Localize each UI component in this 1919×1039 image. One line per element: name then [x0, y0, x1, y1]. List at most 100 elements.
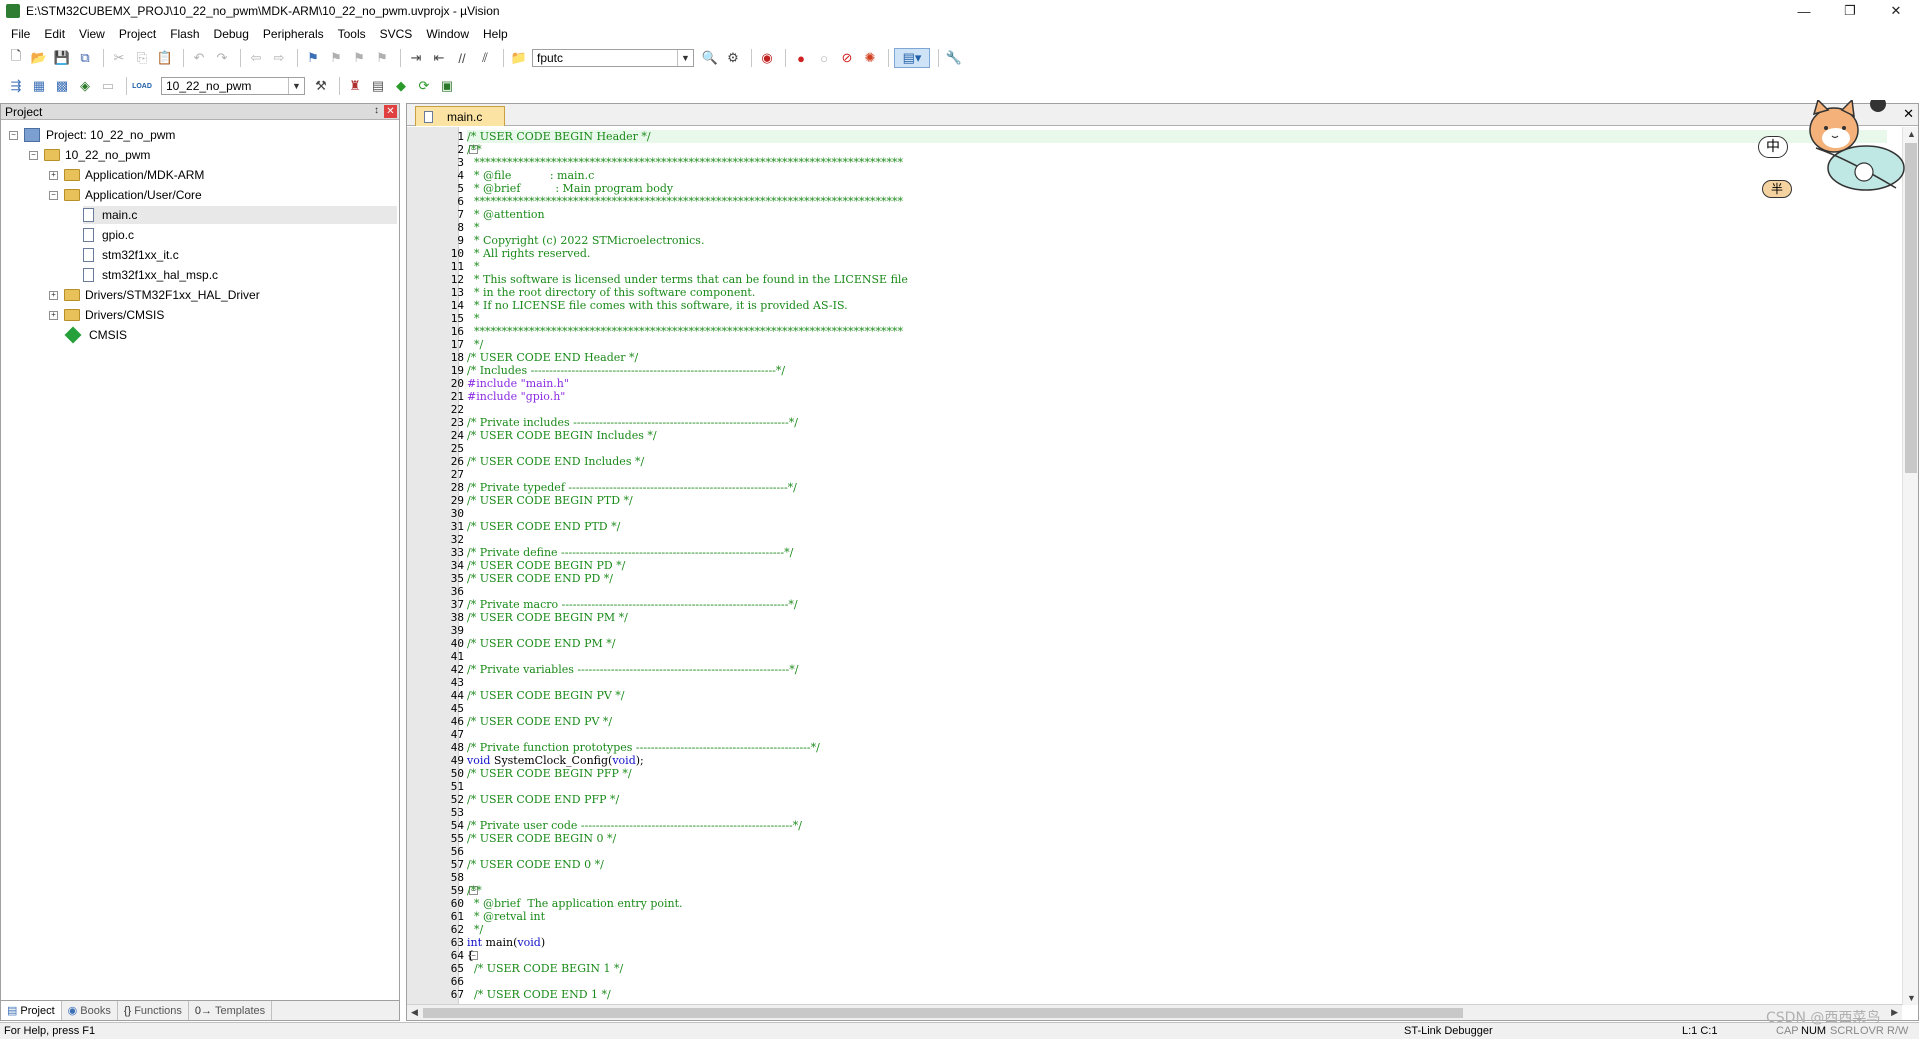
code-line[interactable]: /* USER CODE END PD */ [467, 572, 613, 585]
maximize-button[interactable]: ❐ [1827, 0, 1873, 22]
code-line[interactable]: ****************************************… [467, 156, 903, 169]
paste-icon[interactable]: 📋 [155, 48, 175, 68]
file-extensions-icon[interactable]: ▤ [368, 76, 388, 96]
code-line[interactable]: { [467, 949, 474, 962]
cut-icon[interactable]: ✂ [109, 48, 129, 68]
new-file-icon[interactable]: 🗋 [6, 48, 26, 68]
expand-icon[interactable]: + [49, 310, 58, 320]
code-line[interactable]: /* USER CODE BEGIN PD */ [467, 559, 625, 572]
menu-help[interactable]: Help [476, 24, 515, 44]
menu-window[interactable]: Window [419, 24, 476, 44]
save-icon[interactable]: 💾 [52, 48, 72, 68]
code-line[interactable]: ****************************************… [467, 195, 903, 208]
find-in-files-icon[interactable]: 📁 [509, 48, 529, 68]
ime-mascot-widget[interactable]: 中 半 [1756, 96, 1908, 212]
code-line[interactable]: * Copyright (c) 2022 STMicroelectronics. [467, 234, 704, 247]
navigate-forward-icon[interactable]: ⇨ [269, 48, 289, 68]
code-line[interactable]: * @file : main.c [467, 169, 594, 182]
menu-debug[interactable]: Debug [207, 24, 256, 44]
code-line[interactable]: /* USER CODE END PTD */ [467, 520, 620, 533]
code-line[interactable]: /* USER CODE END Includes */ [467, 455, 644, 468]
code-line[interactable]: * All rights reserved. [467, 247, 590, 260]
code-line[interactable]: */ [467, 923, 483, 936]
navigate-back-icon[interactable]: ⇦ [246, 48, 266, 68]
code-line[interactable]: /* USER CODE BEGIN PTD */ [467, 494, 633, 507]
code-line[interactable]: /* USER CODE END Header */ [467, 351, 638, 364]
chevron-down-icon[interactable]: ▼ [288, 78, 304, 94]
code-line[interactable]: * [467, 260, 480, 273]
stop-build-icon[interactable]: ▭ [98, 76, 118, 96]
uncomment-icon[interactable]: ⫽ [475, 48, 495, 68]
tree-item-group[interactable]: + Application/MDK-ARM [49, 166, 204, 184]
code-line[interactable]: * This software is licensed under terms … [467, 273, 908, 286]
build-icon[interactable]: ▦ [29, 76, 49, 96]
code-line[interactable]: /** [467, 884, 482, 897]
code-area[interactable]: /* USER CODE BEGIN Header *//** ********… [459, 127, 1902, 1005]
scroll-left-icon[interactable]: ◀ [411, 1007, 418, 1018]
tree-item-component[interactable]: CMSIS [64, 326, 127, 344]
menu-edit[interactable]: Edit [37, 24, 72, 44]
select-packs-icon[interactable]: ⟳ [414, 76, 434, 96]
tree-item-project[interactable]: − Project: 10_22_no_pwm [9, 126, 175, 144]
code-line[interactable]: int main(void) [467, 936, 545, 949]
scroll-down-icon[interactable]: ▼ [1907, 993, 1916, 1003]
tab-books[interactable]: ◉ Books [62, 1001, 118, 1020]
tab-main-c[interactable]: main.c [415, 106, 505, 126]
close-window-button[interactable]: ✕ [1873, 0, 1919, 22]
collapse-icon[interactable]: − [29, 150, 38, 160]
tree-item-group[interactable]: + Drivers/CMSIS [49, 306, 164, 324]
rebuild-icon[interactable]: ▩ [52, 76, 72, 96]
tab-functions[interactable]: {} Functions [118, 1001, 189, 1020]
code-line[interactable]: /* USER CODE END 0 */ [467, 858, 604, 871]
run-time-environment-icon[interactable]: ▣ [437, 76, 457, 96]
translate-icon[interactable]: ⇶ [6, 76, 26, 96]
code-line[interactable]: #include "gpio.h" [467, 390, 565, 403]
code-line[interactable]: /* USER CODE BEGIN PM */ [467, 611, 628, 624]
code-line[interactable]: * [467, 312, 480, 325]
minimize-button[interactable]: — [1781, 0, 1827, 22]
code-line[interactable]: #include "main.h" [467, 377, 569, 390]
prev-bookmark-icon[interactable]: ⚑ [326, 48, 346, 68]
line-number-gutter[interactable]: 1 2−3 4 5 6 7 8 9 10 11 12 13 14 15 16 17 18 19 20 21 22 23 24… [407, 127, 478, 1005]
code-line[interactable]: * @brief The application entry point. [467, 897, 683, 910]
code-line[interactable]: /* USER CODE END PM */ [467, 637, 615, 650]
redo-icon[interactable]: ↷ [212, 48, 232, 68]
expand-icon[interactable]: + [49, 290, 58, 300]
incremental-find-icon[interactable]: ⚙ [723, 48, 743, 68]
code-line[interactable]: /* Private function prototypes ---------… [467, 741, 820, 754]
save-all-icon[interactable]: ⧉ [75, 48, 95, 68]
code-line[interactable]: /* USER CODE BEGIN Includes */ [467, 429, 657, 442]
code-line[interactable]: /* Includes ----------------------------… [467, 364, 785, 377]
target-options-icon[interactable]: ⚒ [311, 76, 331, 96]
ime-chinese-mode-badge[interactable]: 中 [1758, 136, 1788, 158]
configure-icon[interactable]: 🔧 [944, 48, 964, 68]
tree-item-file[interactable]: stm32f1xx_it.c [83, 246, 179, 264]
clear-bookmarks-icon[interactable]: ⚑ [372, 48, 392, 68]
tree-item-file[interactable]: gpio.c [83, 226, 134, 244]
code-line[interactable]: /** [467, 143, 482, 156]
enable-breakpoint-icon[interactable]: ○ [814, 48, 834, 68]
tree-item-target[interactable]: − 10_22_no_pwm [29, 146, 150, 164]
window-layout-icon[interactable]: ▤▾ [894, 48, 930, 68]
collapse-icon[interactable]: − [49, 190, 58, 200]
open-file-icon[interactable]: 📂 [29, 48, 49, 68]
copy-icon[interactable]: ⎘ [132, 48, 152, 68]
code-line[interactable]: ****************************************… [467, 325, 903, 338]
code-line[interactable]: /* Private variables -------------------… [467, 663, 798, 676]
batch-build-icon[interactable]: ◈ [75, 76, 95, 96]
debug-session-icon[interactable]: ◉ [757, 48, 777, 68]
code-line[interactable]: void SystemClock_Config(void); [467, 754, 644, 767]
tree-item-file[interactable]: stm32f1xx_hal_msp.c [83, 266, 218, 284]
code-line[interactable]: * in the root directory of this software… [467, 286, 755, 299]
code-line[interactable]: * @brief : Main program body [467, 182, 673, 195]
menu-svcs[interactable]: SVCS [373, 24, 420, 44]
code-line[interactable]: /* USER CODE BEGIN 0 */ [467, 832, 616, 845]
ime-half-width-badge[interactable]: 半 [1762, 180, 1792, 198]
target-select[interactable]: 10_22_no_pwm ▼ [161, 77, 305, 95]
collapse-icon[interactable]: − [9, 130, 18, 140]
close-panel-button[interactable]: ✕ [384, 105, 397, 118]
bookmark-icon[interactable]: ⚑ [303, 48, 323, 68]
scroll-right-icon[interactable]: ▶ [1891, 1007, 1898, 1018]
disable-breakpoints-icon[interactable]: ⊘ [837, 48, 857, 68]
scroll-up-icon[interactable]: ▲ [1907, 129, 1916, 139]
